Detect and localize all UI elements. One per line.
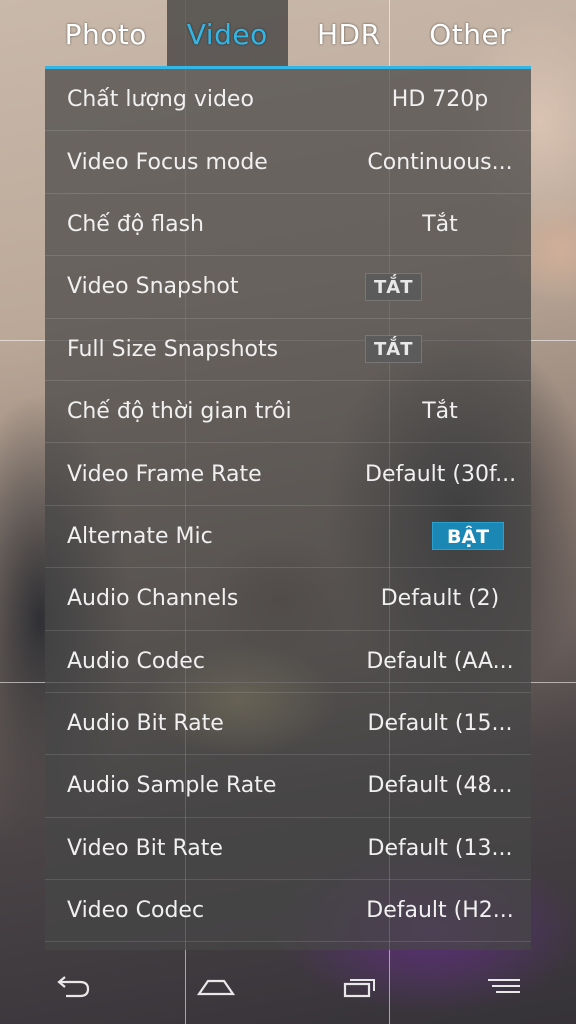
setting-value: Tắt [422,211,458,237]
tab-other[interactable]: Other [410,0,532,68]
back-button[interactable] [42,967,102,1007]
setting-value: Default (13... [367,835,513,861]
setting-audio-sample-rate[interactable]: Audio Sample Rate Default (48... [45,755,531,818]
setting-audio-codec[interactable]: Audio Codec Default (AA... [45,631,531,693]
setting-label: Video Bit Rate [67,835,223,861]
setting-value: Default (AA... [366,648,514,674]
tab-video[interactable]: Video [166,0,288,68]
tab-hdr[interactable]: HDR [288,0,410,68]
video-snapshot-toggle[interactable]: TẮT [365,272,422,301]
setting-label: Audio Channels [67,586,239,612]
setting-label: Alternate Mic [67,523,213,549]
setting-label: Audio Sample Rate [67,773,277,799]
setting-label: Chế độ flash [67,211,204,237]
setting-audio-bit-rate[interactable]: Audio Bit Rate Default (15... [45,693,531,756]
home-button[interactable] [186,967,246,1007]
setting-label: Video Frame Rate [67,461,262,487]
setting-value: Default (2) [380,586,500,612]
setting-label: Video Focus mode [67,149,268,175]
setting-label: Chất lượng video [67,87,254,113]
setting-full-size-snapshots: Full Size Snapshots TẮT [45,319,531,381]
full-size-snapshots-toggle[interactable]: TẮT [365,335,422,364]
setting-label: Video Codec [67,898,205,924]
setting-video-snapshot: Video Snapshot TẮT [45,256,531,319]
home-icon [196,979,236,996]
tab-photo[interactable]: Photo [45,0,167,68]
setting-value: Default (48... [367,773,513,799]
menu-button[interactable] [474,967,534,1007]
setting-alternate-mic: Alternate Mic BẬT [45,506,531,569]
setting-label: Audio Bit Rate [67,711,224,737]
setting-label: Audio Codec [67,648,205,674]
system-navigation-bar [0,950,576,1024]
setting-time-lapse[interactable]: Chế độ thời gian trôi Tắt [45,381,531,444]
recent-apps-button[interactable] [330,967,390,1007]
setting-value: HD 720p [391,87,489,113]
video-settings-list: Chất lượng video HD 720p Video Focus mod… [45,69,531,950]
recent-apps-icon [343,979,375,998]
setting-label: Chế độ thời gian trôi [67,399,292,425]
setting-video-quality[interactable]: Chất lượng video HD 720p [45,69,531,132]
alternate-mic-toggle[interactable]: BẬT [432,522,505,551]
setting-label: Video Snapshot [67,274,239,300]
menu-icon [488,979,520,993]
mode-tab-bar: Photo Video HDR Other [45,0,531,68]
setting-video-codec[interactable]: Video Codec Default (H2... [45,880,531,943]
setting-value: Tắt [422,399,458,425]
setting-video-frame-rate[interactable]: Video Frame Rate Default (30f... [45,443,531,506]
setting-video-bit-rate[interactable]: Video Bit Rate Default (13... [45,818,531,881]
setting-flash-mode[interactable]: Chế độ flash Tắt [45,194,531,257]
setting-label: Full Size Snapshots [67,336,279,362]
setting-value: Default (30f... [365,461,515,487]
back-icon [57,976,90,998]
setting-value: Default (15... [367,711,513,737]
setting-audio-channels[interactable]: Audio Channels Default (2) [45,568,531,631]
setting-value: Default (H2... [366,898,514,924]
setting-video-focus-mode[interactable]: Video Focus mode Continuous... [45,131,531,194]
setting-value: Continuous... [367,149,513,175]
